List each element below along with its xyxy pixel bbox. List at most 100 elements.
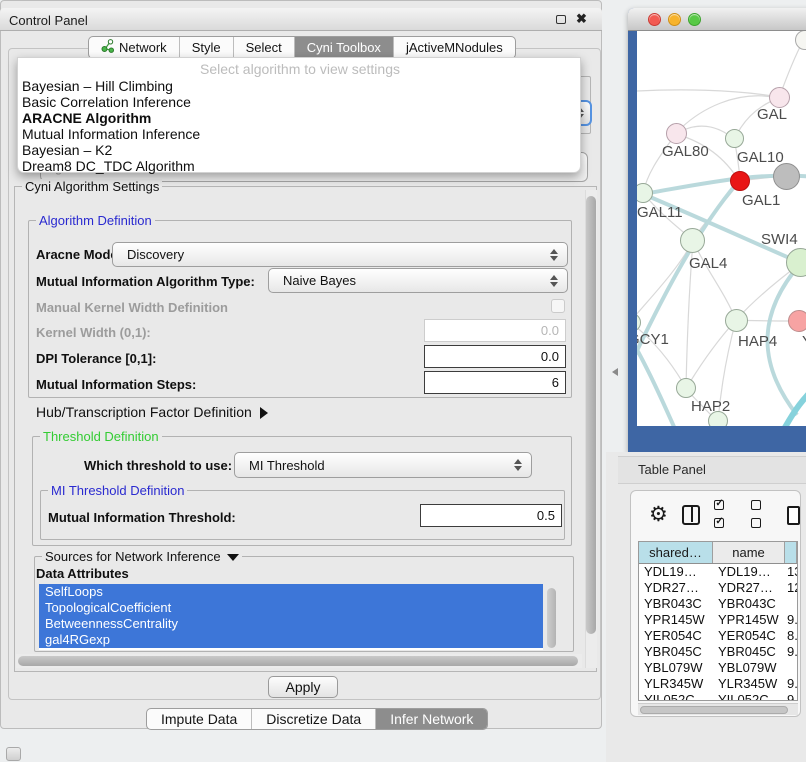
close-icon[interactable]: ✖	[576, 11, 587, 27]
manual-kernel-label: Manual Kernel Width Definition	[36, 300, 228, 315]
corner-grip-icon	[6, 747, 21, 761]
hub-expander-label: Hub/Transcription Factor Definition	[36, 404, 252, 420]
list-item-topologicalcoefficient[interactable]: TopologicalCoefficient	[39, 600, 543, 616]
tab-infer-network[interactable]: Infer Network	[376, 709, 487, 729]
aracne-mode-combo[interactable]: Discovery	[112, 242, 568, 267]
node-gal4[interactable]	[680, 228, 705, 253]
dpi-tolerance-label: DPI Tolerance [0,1]:	[36, 351, 156, 366]
kernel-width-value: 0.0	[541, 323, 559, 338]
table-panel-card: ⚙ shared… name YDL19…YDL19…13 YDR27…YDR2…	[630, 490, 801, 717]
mi-type-combo[interactable]: Naive Bayes	[268, 268, 568, 293]
list-item-selfloops[interactable]: SelfLoops	[39, 584, 543, 600]
tab-network[interactable]: Network	[89, 37, 180, 58]
gear-icon[interactable]: ⚙	[649, 505, 668, 525]
tab-label: jActiveMNodules	[406, 40, 503, 55]
list-item-betweennesscentrality[interactable]: BetweennessCentrality	[39, 616, 543, 632]
aracne-mode-label: Aracne Mode:	[36, 247, 122, 262]
export-table-icon[interactable]	[787, 506, 800, 525]
node-label: GAL10	[737, 149, 784, 166]
table-row[interactable]: YER054CYER054C8.	[639, 628, 797, 644]
mi-threshold-value: 0.5	[537, 508, 555, 523]
node-salmon[interactable]	[788, 310, 806, 332]
screen: Control Panel ✖ Network Style Select Cyn…	[0, 0, 806, 762]
table-row[interactable]: YIL052CYIL052C9	[639, 692, 797, 701]
close-traffic-light-icon[interactable]	[648, 13, 661, 26]
network-canvas[interactable]: GAL GAL80 GAL10 GAL1 GAL11 SWI4 GAL4 GCY…	[637, 31, 806, 426]
mi-threshold-input[interactable]: 0.5	[420, 504, 562, 527]
column-header-partial[interactable]	[785, 542, 797, 563]
tab-jactivemnodules[interactable]: jActiveMNodules	[394, 37, 515, 58]
expander-collapsed-icon	[260, 407, 268, 419]
deselect-all-checks-icon[interactable]	[751, 497, 773, 533]
kernel-width-input[interactable]: 0.0	[424, 319, 566, 342]
tab-cyni-toolbox[interactable]: Cyni Toolbox	[295, 37, 394, 58]
table-hscroll-track[interactable]	[638, 703, 798, 715]
settings-hscroll-thumb[interactable]	[18, 656, 578, 666]
node-label: GAL1	[742, 192, 780, 209]
table-row[interactable]: YLR345WYLR345W9.	[639, 676, 797, 692]
dpi-tolerance-value: 0.0	[541, 349, 559, 364]
node-label: HAP4	[738, 333, 777, 350]
list-scrollbar-thumb[interactable]	[547, 588, 556, 648]
tab-style[interactable]: Style	[180, 37, 234, 58]
column-header-shared-name[interactable]: shared…	[639, 542, 713, 563]
node-label: GAL4	[689, 255, 727, 272]
kernel-width-label: Kernel Width (0,1):	[36, 325, 151, 340]
which-threshold-combo[interactable]: MI Threshold	[234, 452, 532, 478]
node-hap2[interactable]	[676, 378, 696, 398]
dpi-tolerance-input[interactable]: 0.0	[424, 345, 566, 368]
table-header-row: shared… name	[639, 542, 797, 564]
popup-item-aracne[interactable]: ARACNE Algorithm	[22, 110, 572, 126]
mi-threshold-label: Mutual Information Threshold:	[48, 510, 236, 525]
minimize-traffic-light-icon[interactable]	[668, 13, 681, 26]
tab-select[interactable]: Select	[234, 37, 295, 58]
combo-arrows-icon	[550, 275, 558, 287]
settings-panel-title: Cyni Algorithm Settings	[22, 179, 162, 194]
which-threshold-label: Which threshold to use:	[84, 458, 232, 473]
control-panel-tabbar: Network Style Select Cyni Toolbox jActiv…	[88, 36, 516, 59]
data-attributes-list: SelfLoops TopologicalCoefficient Between…	[39, 584, 543, 650]
mi-type-label: Mutual Information Algorithm Type:	[36, 274, 255, 289]
node-gal-pink[interactable]	[769, 87, 790, 108]
select-all-checks-icon[interactable]	[714, 497, 736, 533]
node-gal80[interactable]	[666, 123, 687, 144]
apply-button[interactable]: Apply	[268, 676, 338, 698]
node-label: Y	[802, 333, 806, 350]
popup-item-bayesian-hill-climbing[interactable]: Bayesian – Hill Climbing	[22, 78, 572, 94]
node-gal1[interactable]	[730, 171, 750, 191]
combo-arrows-icon	[550, 249, 558, 261]
table-row[interactable]: YBL079WYBL079W	[639, 660, 797, 676]
list-item-gal4rgexp[interactable]: gal4RGexp	[39, 632, 543, 648]
columns-icon[interactable]	[682, 505, 701, 525]
popup-item-basic-correlation[interactable]: Basic Correlation Inference	[22, 94, 572, 110]
combo-arrows-icon	[514, 459, 522, 471]
table-row[interactable]: YBR045CYBR045C9.	[639, 644, 797, 660]
settings-vscroll-thumb[interactable]	[586, 196, 596, 634]
zoom-traffic-light-icon[interactable]	[688, 13, 701, 26]
node-label: GAL	[757, 106, 787, 123]
tab-label: Select	[246, 40, 282, 55]
table-row[interactable]: YBR043CYBR043C	[639, 596, 797, 612]
mi-steps-input[interactable]: 6	[424, 371, 566, 394]
manual-kernel-checkbox[interactable]	[551, 299, 565, 313]
threshold-definition-title: Threshold Definition	[40, 429, 162, 444]
table-row[interactable]: YDR27…YDR27…12	[639, 580, 797, 596]
node-gray[interactable]	[773, 163, 800, 190]
popup-item-mutual-information[interactable]: Mutual Information Inference	[22, 126, 572, 142]
mi-steps-label: Mutual Information Steps:	[36, 377, 196, 392]
table-row[interactable]: YDL19…YDL19…13	[639, 564, 797, 580]
node-hap4[interactable]	[725, 309, 748, 332]
window-title: Control Panel	[9, 13, 88, 28]
tab-discretize-data[interactable]: Discretize Data	[252, 709, 376, 729]
hub-expander[interactable]: Hub/Transcription Factor Definition	[36, 404, 268, 420]
table-hscroll-thumb[interactable]	[640, 706, 788, 714]
popup-item-dream8[interactable]: Dream8 DC_TDC Algorithm	[22, 158, 572, 174]
column-header-name[interactable]: name	[713, 542, 785, 563]
splitpane-collapse-arrow[interactable]	[612, 368, 618, 376]
sources-group-title[interactable]: Sources for Network Inference	[42, 549, 242, 564]
tab-impute-data[interactable]: Impute Data	[147, 709, 252, 729]
table-row[interactable]: YPR145WYPR145W9.	[639, 612, 797, 628]
node-gal10[interactable]	[725, 129, 744, 148]
popup-item-bayesian-k2[interactable]: Bayesian – K2	[22, 142, 572, 158]
float-window-icon[interactable]	[556, 15, 566, 24]
